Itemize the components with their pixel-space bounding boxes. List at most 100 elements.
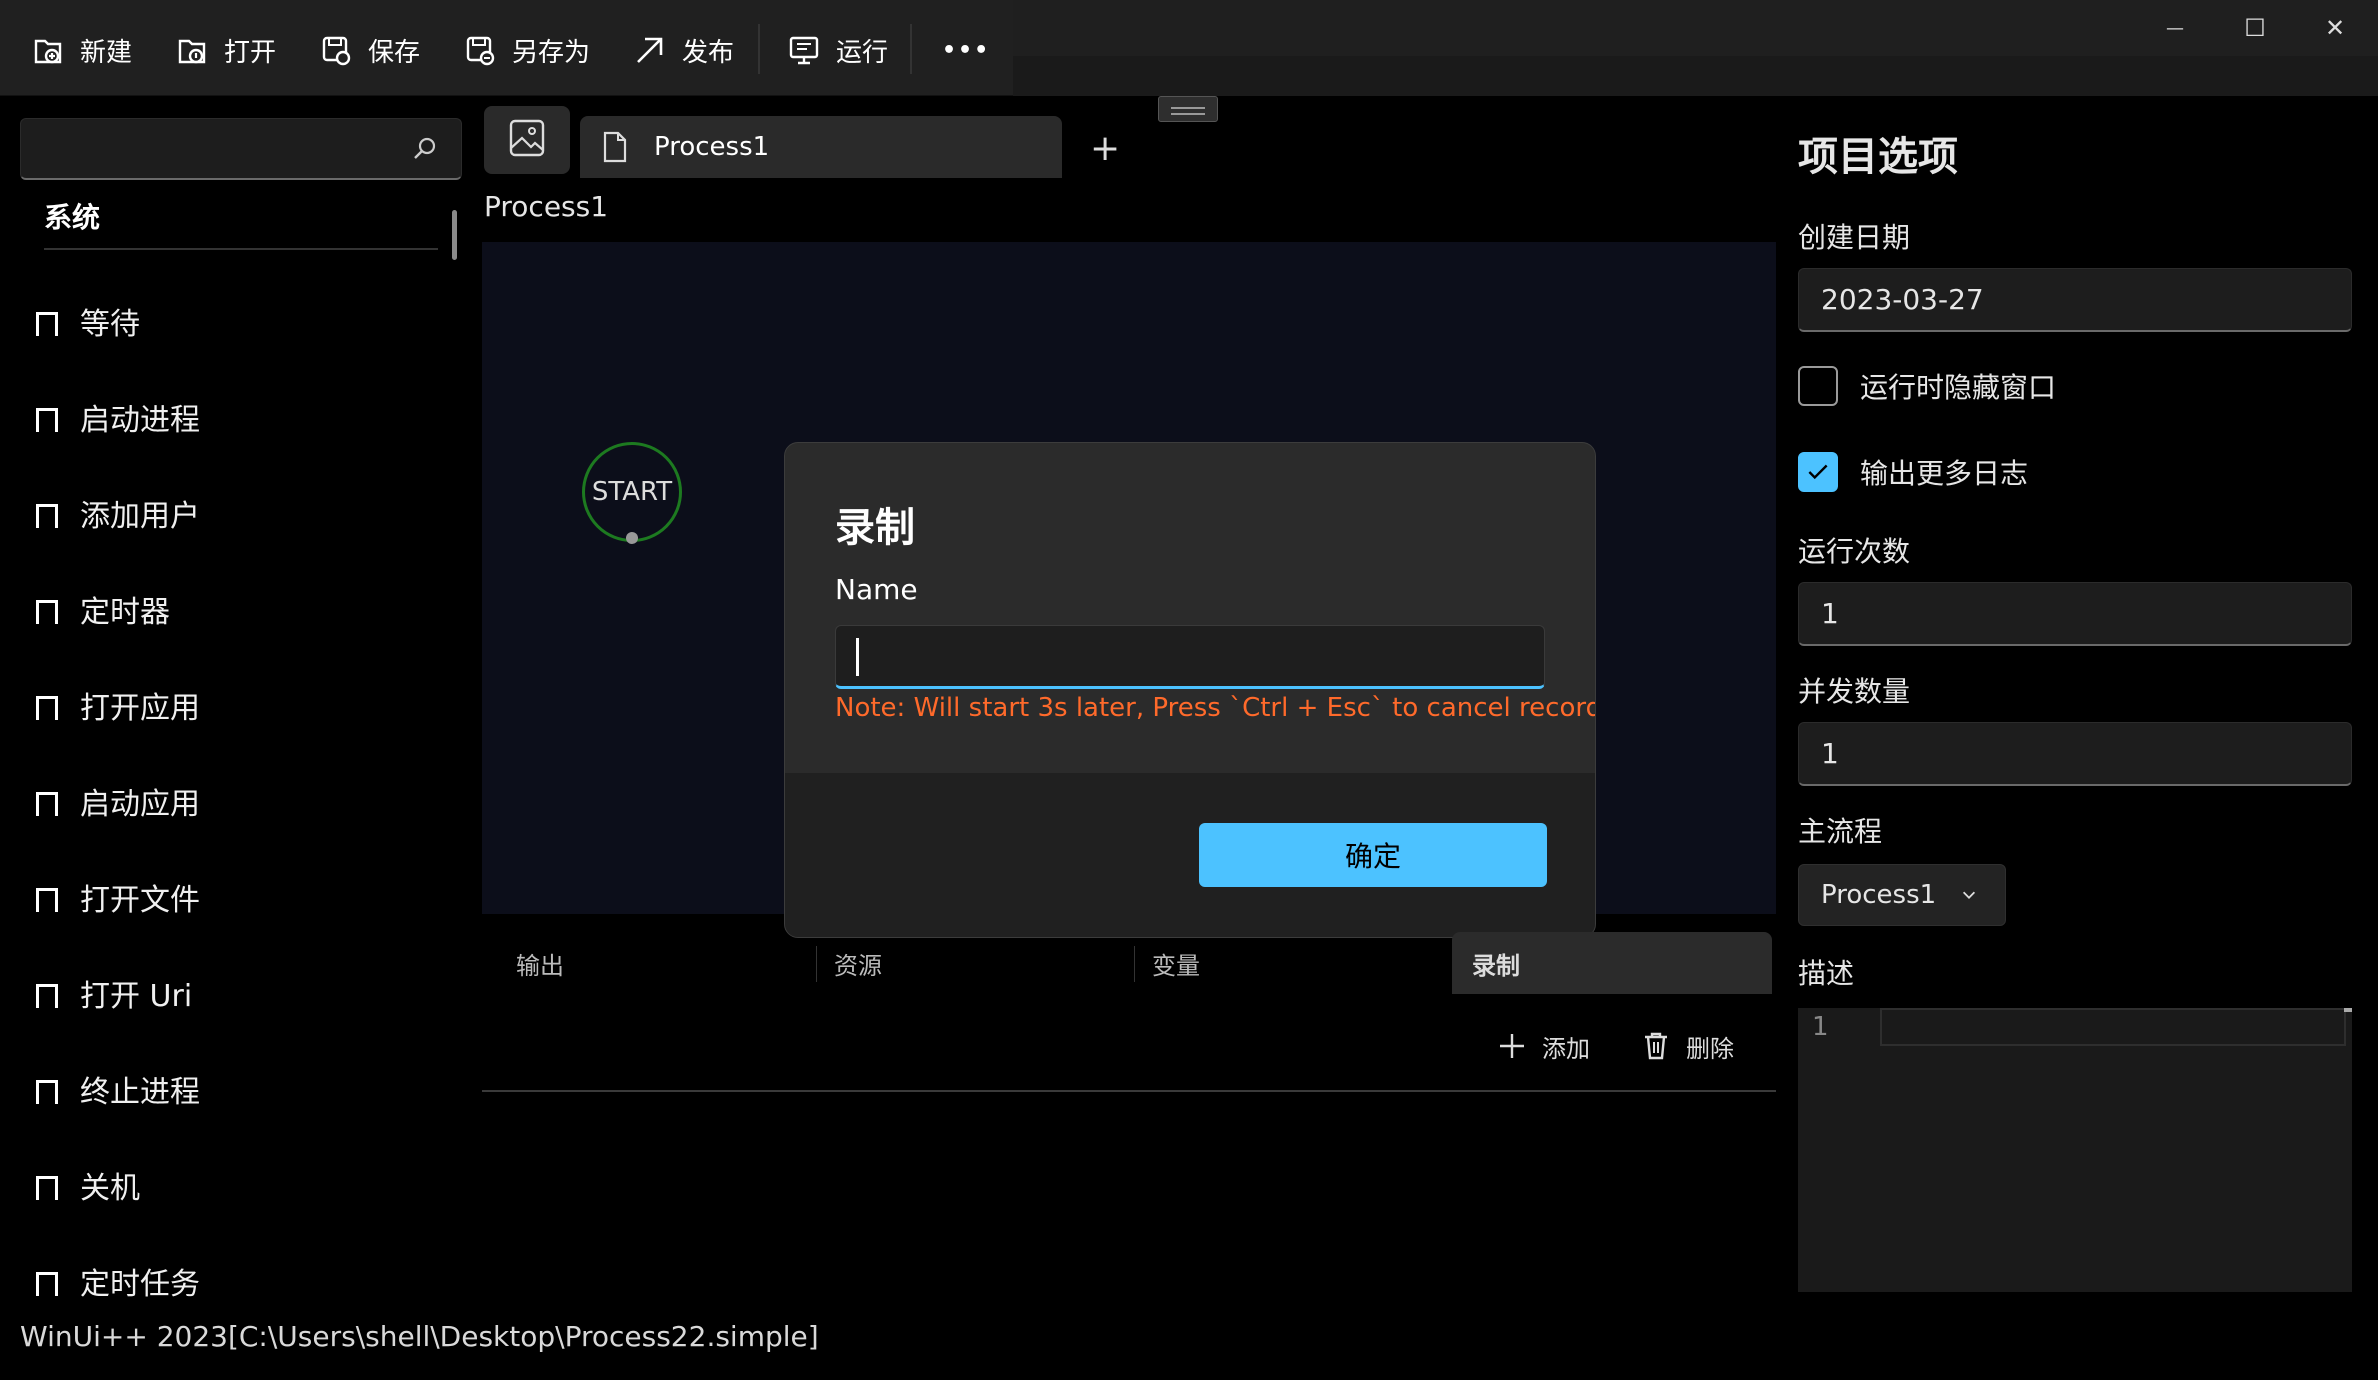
add-button-label: 添加 — [1542, 1034, 1590, 1063]
sidebar-scrollbar[interactable] — [452, 210, 457, 260]
activity-icon — [36, 792, 58, 816]
sidebar-item-label: 添加用户 — [80, 499, 200, 534]
sidebar-item-shutdown[interactable]: 关机 — [36, 1160, 140, 1210]
confirm-button[interactable]: 确定 — [1199, 823, 1547, 887]
sidebar-item-label: 终止进程 — [80, 1075, 200, 1110]
minimize-icon: — — [2166, 17, 2184, 39]
run-button[interactable]: 运行 — [786, 22, 888, 78]
text-caret — [856, 638, 859, 676]
run-count-field[interactable]: 1 — [1798, 582, 2352, 646]
divider — [482, 1090, 1776, 1092]
save-icon — [322, 36, 351, 66]
sidebar-item-scheduled-task[interactable]: 定时任务 — [36, 1256, 200, 1306]
sidebar-item-add-user[interactable]: 添加用户 — [36, 488, 200, 538]
tab-label: 资源 — [834, 951, 882, 980]
hide-window-checkbox-row[interactable]: 运行时隐藏窗口 — [1798, 364, 2056, 408]
image-view-button[interactable] — [484, 106, 570, 174]
maximize-button[interactable]: ☐ — [2225, 10, 2285, 46]
title-bar-strip — [1013, 56, 2378, 96]
open-button-label: 打开 — [224, 37, 277, 68]
tab-label: 输出 — [516, 951, 564, 980]
create-date-field[interactable]: 2023-03-27 — [1798, 268, 2352, 332]
panel-title: 项目选项 — [1798, 134, 1958, 180]
close-window-button[interactable]: ✕ — [2305, 10, 2365, 46]
hide-window-checkbox[interactable] — [1798, 366, 1838, 406]
activity-icon — [36, 408, 58, 432]
document-icon — [603, 131, 627, 163]
field-value: 1 — [1821, 737, 1839, 770]
save-as-icon — [466, 36, 495, 66]
tab-label: 变量 — [1152, 951, 1200, 980]
main-flow-dropdown[interactable]: Process1 — [1798, 864, 2006, 926]
editor-scrollbar[interactable] — [2344, 1008, 2352, 1012]
record-dialog: 录制 Name Note: Will start 3s later, Press… — [784, 442, 1596, 938]
tab-label: 录制 — [1472, 951, 1520, 980]
tab-recording[interactable]: 录制 — [1452, 932, 1772, 994]
sidebar-group-header[interactable]: 系统 — [44, 196, 100, 236]
start-node-connector[interactable] — [626, 532, 638, 544]
name-label: Name — [835, 573, 918, 606]
concurrency-label: 并发数量 — [1798, 675, 1911, 708]
sidebar-item-launch-app[interactable]: 启动应用 — [36, 776, 200, 826]
sidebar-item-label: 启动进程 — [80, 403, 200, 438]
trash-icon — [1645, 1032, 1667, 1060]
activity-icon — [36, 312, 58, 336]
delete-button[interactable]: 删除 — [1640, 1024, 1734, 1068]
checkbox-label: 运行时隐藏窗口 — [1860, 371, 2057, 404]
description-editor[interactable] — [1798, 1008, 2352, 1292]
sidebar-item-label: 等待 — [80, 307, 140, 342]
activity-icon — [36, 984, 58, 1008]
sidebar-item-label: 打开应用 — [80, 691, 200, 726]
save-as-button[interactable]: 另存为 — [462, 22, 590, 78]
more-options-button[interactable]: ••• — [942, 22, 990, 78]
run-count-label: 运行次数 — [1798, 535, 1911, 568]
tab-variables[interactable]: 变量 — [1120, 932, 1440, 994]
save-button-label: 保存 — [368, 37, 421, 68]
concurrency-field[interactable]: 1 — [1798, 722, 2352, 786]
tab-output[interactable]: 输出 — [484, 932, 814, 994]
status-bar: WinUi++ 2023[C:\Users\shell\Desktop\Proc… — [20, 1320, 819, 1353]
sidebar-item-kill-process[interactable]: 终止进程 — [36, 1064, 200, 1114]
sidebar-item-label: 定时器 — [80, 595, 170, 630]
line-number: 1 — [1812, 1012, 1829, 1042]
record-name-input[interactable] — [835, 625, 1545, 689]
open-folder-icon — [178, 39, 206, 64]
search-input[interactable] — [20, 118, 462, 180]
panel-drag-handle[interactable] — [1158, 96, 1218, 122]
sidebar-item-open-file[interactable]: 打开文件 — [36, 872, 200, 922]
verbose-log-checkbox[interactable] — [1798, 452, 1838, 492]
sidebar-item-open-uri[interactable]: 打开 Uri — [36, 968, 192, 1018]
maximize-icon: ☐ — [2244, 14, 2266, 42]
new-button[interactable]: 新建 — [30, 22, 132, 78]
publish-button-label: 发布 — [682, 37, 735, 68]
create-date-label: 创建日期 — [1798, 221, 1911, 254]
activity-icon — [36, 1080, 58, 1104]
sidebar-item-start-process[interactable]: 启动进程 — [36, 392, 200, 442]
add-tab-button[interactable]: + — [1090, 128, 1120, 169]
publish-button[interactable]: 发布 — [632, 22, 734, 78]
sidebar-item-open-app[interactable]: 打开应用 — [36, 680, 200, 730]
toolbar-separator — [910, 24, 912, 74]
run-monitor-icon — [789, 36, 819, 65]
field-value: 2023-03-27 — [1821, 283, 1984, 316]
new-file-icon — [34, 39, 62, 64]
plus-icon — [1500, 1034, 1524, 1058]
add-button[interactable]: 添加 — [1496, 1024, 1590, 1068]
activity-icon — [36, 1272, 58, 1296]
sidebar-item-wait[interactable]: 等待 — [36, 296, 140, 346]
save-button[interactable]: 保存 — [318, 22, 420, 78]
title-bar: — ☐ ✕ — [1013, 0, 2378, 56]
publish-arrow-icon — [637, 37, 663, 63]
sidebar-item-timer[interactable]: 定时器 — [36, 584, 170, 634]
tab-resources[interactable]: 资源 — [802, 932, 1122, 994]
field-value: 1 — [1821, 597, 1839, 630]
tab-process1[interactable]: Process1 — [580, 116, 1062, 178]
minimize-button[interactable]: — — [2145, 10, 2205, 46]
checkbox-label: 输出更多日志 — [1860, 457, 2029, 490]
open-button[interactable]: 打开 — [174, 22, 276, 78]
start-node[interactable]: START — [582, 442, 682, 542]
verbose-log-checkbox-row[interactable]: 输出更多日志 — [1798, 450, 2028, 494]
new-button-label: 新建 — [80, 37, 133, 68]
sidebar-item-label: 启动应用 — [80, 787, 200, 822]
more-options-icon: ••• — [942, 37, 991, 63]
